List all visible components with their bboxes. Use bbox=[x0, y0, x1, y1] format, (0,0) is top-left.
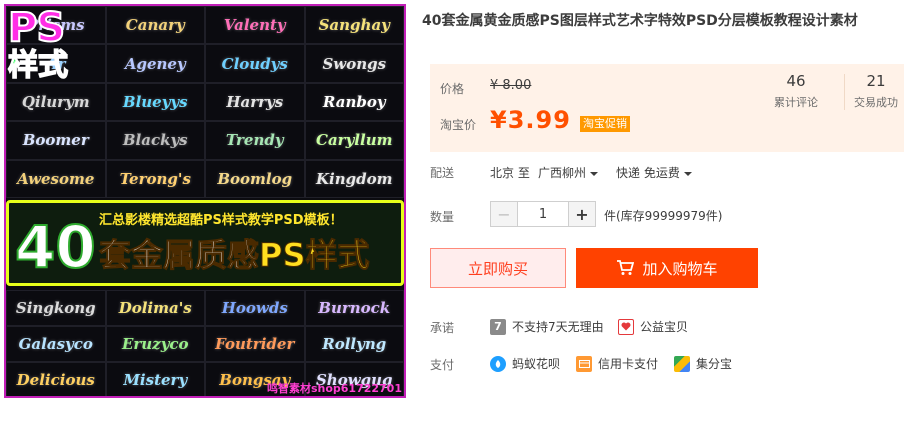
jifenbao-icon bbox=[674, 355, 690, 372]
style-sample-tile: Foutrider bbox=[205, 326, 305, 362]
quantity-input[interactable] bbox=[517, 202, 569, 226]
banner-headline-part2: PS样式 bbox=[259, 236, 371, 275]
sale-price: ¥3.99 bbox=[490, 106, 571, 134]
huabei-text: 蚂蚁花呗 bbox=[512, 357, 561, 371]
increase-button[interactable]: + bbox=[569, 202, 595, 226]
ship-from: 北京 至 bbox=[490, 166, 530, 180]
shipping-label: 配送 bbox=[430, 166, 455, 180]
decrease-button[interactable]: − bbox=[491, 202, 517, 226]
promise-label: 承诺 bbox=[430, 321, 455, 335]
price-panel: 价格 ¥ 8.00 淘宝价 ¥3.99 淘宝促销 46 累计评论 21 交易成功 bbox=[430, 64, 904, 152]
heart-icon bbox=[618, 318, 634, 335]
huabei-icon bbox=[490, 355, 506, 372]
promo-tag: 淘宝促销 bbox=[580, 116, 630, 132]
add-to-cart-label: 加入购物车 bbox=[642, 259, 718, 278]
style-sample-tile: Trendy bbox=[205, 121, 305, 160]
style-sample-tile: Dolima's bbox=[105, 290, 205, 326]
style-sample-tile: Cloudys bbox=[205, 44, 305, 83]
shipping-method-value: 快递 免运费 bbox=[616, 166, 680, 180]
no-return-text: 不支持7天无理由 bbox=[512, 320, 604, 334]
style-sample-tile: Harrys bbox=[205, 82, 305, 122]
payment-jifenbao[interactable]: 集分宝 bbox=[674, 355, 732, 372]
style-sample-tile: Kingdom bbox=[304, 159, 404, 198]
product-title: 40套金属黄金质感PS图层样式艺术字特效PSD分层模板教程设计素材 bbox=[422, 13, 858, 29]
quantity-stepper: − + bbox=[490, 201, 596, 227]
sales-count-label: 交易成功 bbox=[854, 96, 898, 109]
buy-now-button[interactable]: 立即购买 bbox=[430, 248, 566, 288]
style-sample-tile: Rollyng bbox=[304, 326, 404, 362]
style-sample-tile: Blackys bbox=[105, 121, 205, 160]
style-sample-tile: Awesome bbox=[6, 159, 106, 198]
review-count[interactable]: 46 累计评论 bbox=[766, 72, 826, 110]
banner-number: 40 bbox=[14, 213, 97, 281]
review-count-number: 46 bbox=[786, 72, 806, 90]
style-sample-tile: Swongs bbox=[304, 44, 404, 83]
style-sample-tile: Galasyco bbox=[6, 326, 106, 362]
product-image[interactable]: Prisms Canary Valenty Sanghay Ar Ageney Cloudy… bbox=[4, 4, 406, 398]
jifenbao-text: 集分宝 bbox=[696, 357, 733, 371]
ship-to-select[interactable]: 广西柳州 bbox=[538, 164, 599, 181]
stats-divider bbox=[844, 74, 845, 110]
style-sample-tile: Ranboy bbox=[304, 82, 404, 122]
badge-ps-text: PS bbox=[7, 5, 66, 51]
style-sample-tile: Caryllum bbox=[304, 121, 404, 160]
style-sample-tile: Singkong bbox=[6, 290, 106, 326]
style-sample-tile: Valenty bbox=[205, 6, 305, 45]
sales-count: 21 交易成功 bbox=[848, 72, 904, 110]
sale-price-label: 淘宝价 bbox=[440, 118, 477, 132]
badge-style-text: 样式 bbox=[7, 47, 69, 84]
cart-icon bbox=[616, 260, 635, 276]
payment-credit-card[interactable]: 信用卡支付 bbox=[576, 355, 658, 372]
banner-headline: 套金属质感PS样式 bbox=[98, 233, 371, 277]
stock-info: 件(库存99999979件) bbox=[604, 209, 723, 223]
chevron-down-icon bbox=[683, 171, 692, 176]
review-count-label: 累计评论 bbox=[774, 96, 818, 109]
style-sample-tile: Canary bbox=[105, 6, 205, 45]
style-sample-tile: Sanghay bbox=[304, 6, 404, 45]
ship-to-value: 广西柳州 bbox=[538, 166, 587, 180]
style-sample-tile: Blueyys bbox=[105, 82, 205, 122]
chevron-down-icon bbox=[590, 171, 599, 176]
add-to-cart-button[interactable]: 加入购物车 bbox=[576, 248, 758, 288]
banner-subtitle: 汇总影楼精选超酷PS样式教学PSD模板！ bbox=[99, 213, 343, 228]
payment-label: 支付 bbox=[430, 358, 455, 372]
shipping-method-select[interactable]: 快递 免运费 bbox=[616, 164, 692, 181]
no-return-policy[interactable]: 7 不支持7天无理由 bbox=[490, 318, 604, 335]
seven-day-icon: 7 bbox=[490, 318, 506, 335]
style-sample-tile: Mistery bbox=[105, 362, 205, 396]
banner-headline-part1: 套金属质感 bbox=[98, 236, 260, 275]
style-sample-tile: Boomlog bbox=[205, 159, 305, 198]
promo-banner: 汇总影楼精选超酷PS样式教学PSD模板！ 40 套金属质感PS样式 bbox=[6, 200, 404, 286]
ps-style-badge: PS 样式 bbox=[7, 5, 84, 90]
credit-card-text: 信用卡支付 bbox=[598, 357, 659, 371]
quantity-label: 数量 bbox=[430, 210, 455, 224]
original-price: ¥ 8.00 bbox=[490, 78, 532, 93]
style-sample-tile: Terong's bbox=[105, 159, 205, 198]
style-sample-tile: Delicious bbox=[6, 362, 106, 396]
original-price-label: 价格 bbox=[440, 82, 465, 96]
payment-huabei[interactable]: 蚂蚁花呗 bbox=[490, 355, 560, 372]
style-sample-tile: Burnock bbox=[304, 290, 404, 326]
style-sample-tile: Boomer bbox=[6, 121, 106, 160]
charity-item[interactable]: 公益宝贝 bbox=[618, 318, 688, 335]
charity-text: 公益宝贝 bbox=[640, 320, 689, 334]
style-sample-tile: Ageney bbox=[105, 44, 205, 83]
sales-count-number: 21 bbox=[866, 72, 886, 90]
credit-card-icon bbox=[576, 355, 592, 372]
shop-watermark: 鸣智素材shop61722701 bbox=[266, 382, 402, 395]
style-sample-tile: Eruzyco bbox=[105, 326, 205, 362]
style-sample-tile: Hoowds bbox=[205, 290, 305, 326]
